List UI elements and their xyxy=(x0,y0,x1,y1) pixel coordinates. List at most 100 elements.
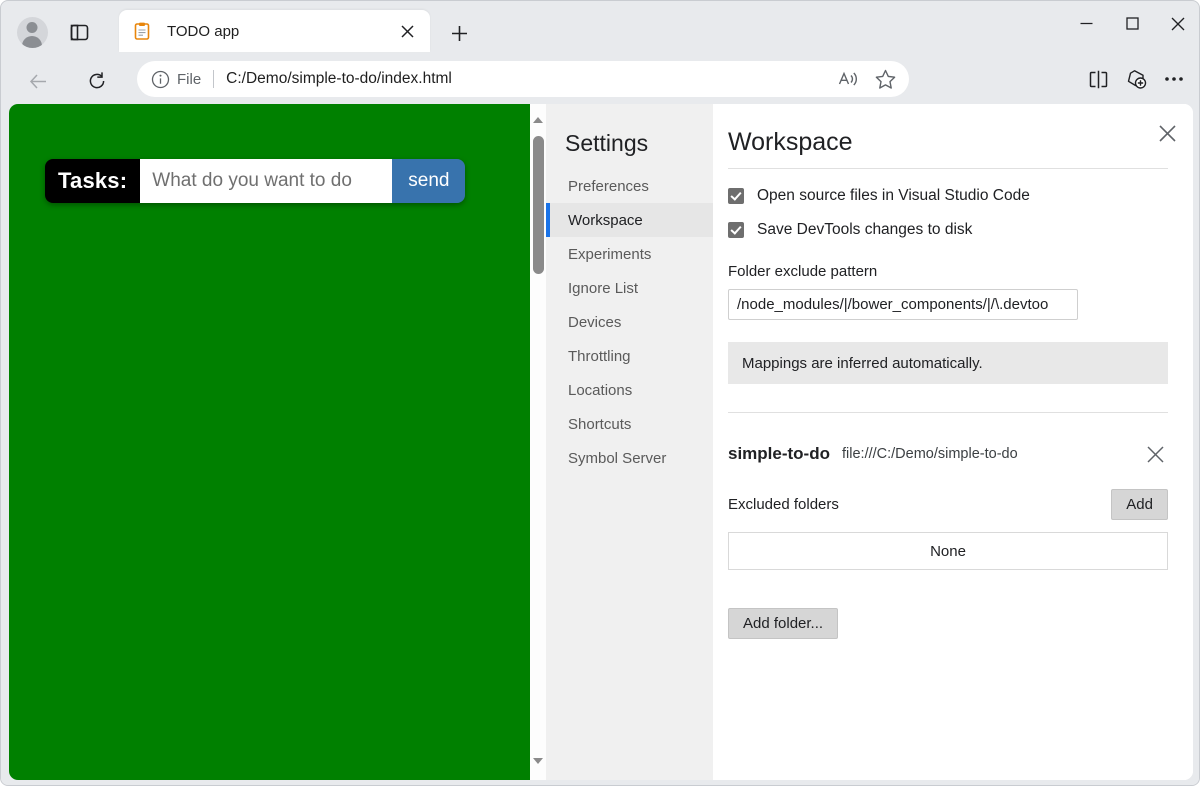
devtools-panel: Settings Preferences Workspace Experimen… xyxy=(546,104,1193,780)
sidebar-item-label: Shortcuts xyxy=(568,416,631,433)
checkbox-save-devtools-changes[interactable]: Save DevTools changes to disk xyxy=(728,221,1168,239)
checkbox-label: Save DevTools changes to disk xyxy=(757,221,972,239)
scroll-up-arrow-icon[interactable] xyxy=(530,111,546,129)
settings-close-button[interactable] xyxy=(1152,118,1182,148)
new-tab-button[interactable] xyxy=(444,18,474,48)
plus-icon xyxy=(451,25,468,42)
more-horizontal-icon xyxy=(1164,76,1184,82)
address-bar[interactable]: File C:/Demo/simple-to-do/index.html xyxy=(137,61,909,97)
sidebar-item-label: Symbol Server xyxy=(568,450,666,467)
read-aloud-button[interactable] xyxy=(833,63,865,95)
omnibox-actions xyxy=(833,63,901,95)
mappings-info-box: Mappings are inferred automatically. xyxy=(728,342,1168,384)
tab-strip: TODO app xyxy=(1,1,1200,59)
scroll-down-arrow-icon[interactable] xyxy=(530,752,546,770)
more-options-button[interactable] xyxy=(1155,63,1193,95)
task-input[interactable] xyxy=(140,159,392,203)
maximize-button[interactable] xyxy=(1109,1,1155,46)
site-info-button[interactable] xyxy=(149,68,171,90)
sidebar-item-label: Workspace xyxy=(568,212,643,229)
browser-toolbar-actions xyxy=(1079,63,1193,95)
excluded-folders-row: Excluded folders Add xyxy=(728,489,1168,520)
url-scheme-label: File xyxy=(177,71,201,88)
browser-window: TODO app xyxy=(0,0,1200,786)
section-divider xyxy=(728,412,1168,413)
checkbox-checked-icon[interactable] xyxy=(728,188,744,204)
collections-add-icon xyxy=(1125,69,1148,90)
reload-icon xyxy=(87,71,107,91)
scrollbar-thumb[interactable] xyxy=(533,136,544,274)
tasks-label: Tasks: xyxy=(45,159,140,203)
checkbox-open-source-files[interactable]: Open source files in Visual Studio Code xyxy=(728,187,1168,205)
url-text[interactable]: C:/Demo/simple-to-do/index.html xyxy=(226,70,452,88)
info-circle-icon xyxy=(151,70,170,89)
tab-search-button[interactable] xyxy=(64,17,94,47)
folder-exclude-pattern-label: Folder exclude pattern xyxy=(728,263,1168,280)
sidebar-item-label: Ignore List xyxy=(568,280,638,297)
excluded-folders-empty-state: None xyxy=(728,532,1168,570)
maximize-icon xyxy=(1126,17,1139,30)
browser-tab[interactable]: TODO app xyxy=(119,10,430,52)
sidebar-item-ignore-list[interactable]: Ignore List xyxy=(546,271,713,305)
page-title: Workspace xyxy=(728,128,1168,157)
back-button[interactable] xyxy=(22,65,54,97)
settings-title: Settings xyxy=(546,130,713,169)
sidebar-item-label: Locations xyxy=(568,382,632,399)
send-button[interactable]: send xyxy=(392,159,465,203)
excluded-folders-label: Excluded folders xyxy=(728,496,839,513)
sidebar-item-preferences[interactable]: Preferences xyxy=(546,169,713,203)
remove-filesystem-button[interactable] xyxy=(1142,441,1168,467)
read-aloud-icon xyxy=(838,70,860,89)
title-divider xyxy=(728,168,1168,169)
tab-close-button[interactable] xyxy=(394,18,420,44)
window-controls xyxy=(1063,1,1200,46)
task-entry-bar: Tasks: send xyxy=(45,159,465,203)
checkbox-checked-icon[interactable] xyxy=(728,222,744,238)
filesystem-row: simple-to-do file:///C:/Demo/simple-to-d… xyxy=(728,441,1168,467)
minimize-icon xyxy=(1080,17,1093,30)
filesystem-name: simple-to-do xyxy=(728,444,830,464)
add-folder-button[interactable]: Add folder... xyxy=(728,608,838,639)
collections-button[interactable] xyxy=(1117,63,1155,95)
profile-button[interactable] xyxy=(15,15,49,49)
close-icon xyxy=(1171,17,1185,31)
empty-state-label: None xyxy=(930,543,966,560)
tab-search-icon xyxy=(70,23,89,42)
sidebar-item-label: Devices xyxy=(568,314,621,331)
sidebar-item-locations[interactable]: Locations xyxy=(546,373,713,407)
checkbox-label: Open source files in Visual Studio Code xyxy=(757,187,1030,205)
favorite-button[interactable] xyxy=(869,63,901,95)
page-scrollbar[interactable] xyxy=(530,104,546,780)
settings-sidebar: Settings Preferences Workspace Experimen… xyxy=(546,104,713,780)
reload-button[interactable] xyxy=(81,65,113,97)
close-icon xyxy=(401,25,414,38)
sidebar-item-workspace[interactable]: Workspace xyxy=(546,203,713,237)
sidebar-item-label: Preferences xyxy=(568,178,649,195)
sidebar-item-label: Throttling xyxy=(568,348,631,365)
sidebar-item-experiments[interactable]: Experiments xyxy=(546,237,713,271)
split-screen-icon xyxy=(1088,70,1109,89)
clipboard-icon xyxy=(133,22,151,40)
close-icon xyxy=(1147,446,1164,463)
split-screen-button[interactable] xyxy=(1079,63,1117,95)
folder-exclude-pattern-input[interactable] xyxy=(728,289,1078,320)
sidebar-item-symbol-server[interactable]: Symbol Server xyxy=(546,441,713,475)
omnibox-divider xyxy=(213,70,214,88)
mappings-info-text: Mappings are inferred automatically. xyxy=(742,355,983,372)
star-icon xyxy=(875,69,896,89)
sidebar-item-shortcuts[interactable]: Shortcuts xyxy=(546,407,713,441)
add-excluded-folder-button[interactable]: Add xyxy=(1111,489,1168,520)
sidebar-item-label: Experiments xyxy=(568,246,651,263)
sidebar-item-throttling[interactable]: Throttling xyxy=(546,339,713,373)
page-viewport: Tasks: send xyxy=(9,104,546,780)
todo-app-page: Tasks: send xyxy=(9,104,530,780)
arrow-left-icon xyxy=(28,71,49,92)
workspace-settings-pane: Workspace Open source files in Visual St… xyxy=(713,104,1193,780)
window-close-button[interactable] xyxy=(1155,1,1200,46)
close-icon xyxy=(1159,125,1176,142)
tab-title: TODO app xyxy=(167,23,394,40)
account-avatar-icon xyxy=(17,17,48,48)
sidebar-item-devices[interactable]: Devices xyxy=(546,305,713,339)
filesystem-path: file:///C:/Demo/simple-to-do xyxy=(842,446,1018,462)
minimize-button[interactable] xyxy=(1063,1,1109,46)
